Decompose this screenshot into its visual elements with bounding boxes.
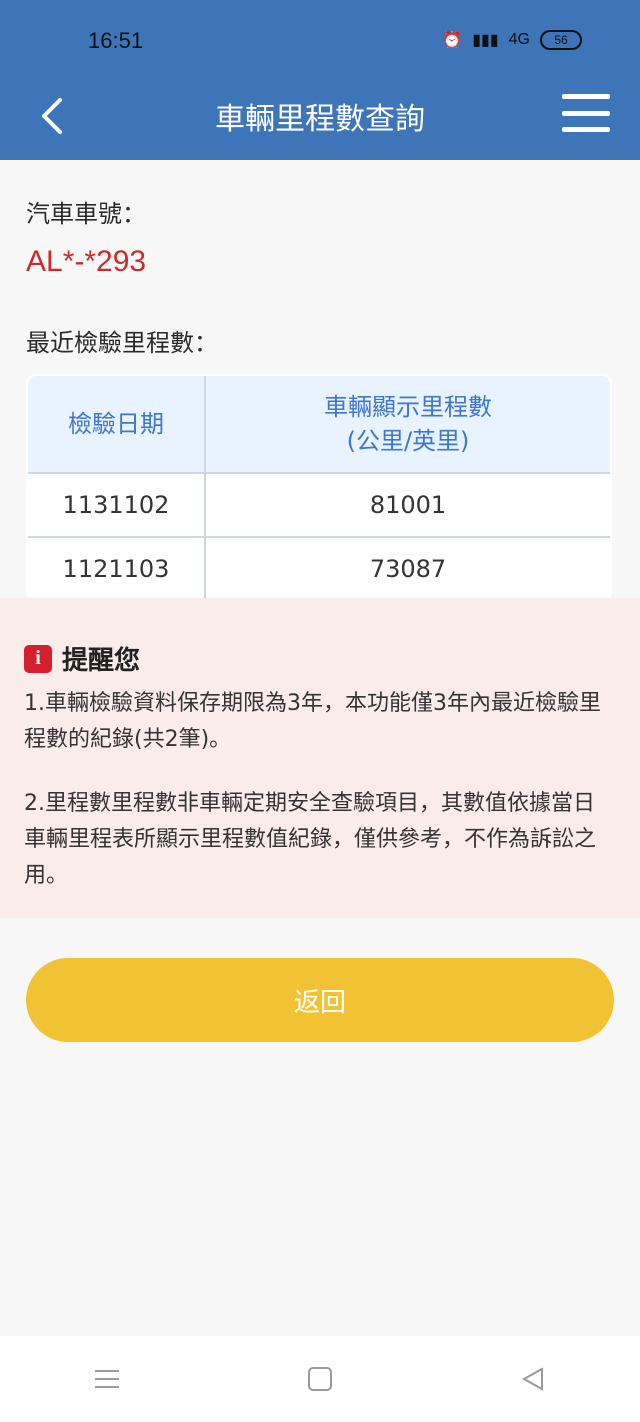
cell-mileage: 81001 xyxy=(204,472,610,538)
cell-mileage: 73087 xyxy=(204,536,610,600)
system-navbar xyxy=(0,1336,640,1422)
battery-icon: 56 xyxy=(540,30,582,50)
reminder-item: 1.車輛檢驗資料保存期限為3年，本功能僅3年內最近檢驗里程數的紀錄(共2筆)。 xyxy=(24,691,601,752)
menu-button[interactable] xyxy=(562,94,610,132)
network-type: 4G xyxy=(508,31,530,48)
plate-label: 汽車車號： xyxy=(26,200,146,228)
status-time: 16:51 xyxy=(88,28,144,53)
info-icon: i xyxy=(24,644,52,673)
reminder-title: 提醒您 xyxy=(62,646,141,676)
signal-icon: ▮▮▮ xyxy=(472,32,499,49)
system-back-button[interactable] xyxy=(503,1349,563,1409)
table-row: 1121103 73087 xyxy=(28,536,610,600)
column-header-date: 檢驗日期 xyxy=(28,376,206,474)
recent-apps-button[interactable] xyxy=(77,1349,137,1409)
reminder-item: 2.里程數里程數非車輛定期安全查驗項目，其數值依據當日車輛里程表所顯示里程數值紀… xyxy=(24,791,597,888)
mileage-label: 最近檢驗里程數： xyxy=(26,329,218,357)
cell-date: 1131102 xyxy=(28,472,206,538)
recent-apps-icon xyxy=(94,1370,119,1388)
plate-number: AL*-*293 xyxy=(26,245,147,278)
page-title: 車輛里程數查詢 xyxy=(215,102,425,137)
hamburger-line xyxy=(562,110,610,116)
home-icon xyxy=(307,1367,332,1391)
mileage-table: 檢驗日期 車輛顯示里程數 (公里/英里) 1131102 81001 11211… xyxy=(26,374,612,602)
hamburger-line xyxy=(562,94,610,99)
alarm-icon: ⏰ xyxy=(442,32,463,49)
cell-date: 1121103 xyxy=(28,536,206,600)
battery-level: 56 xyxy=(554,33,568,47)
column-header-mileage: 車輛顯示里程數 (公里/英里) xyxy=(204,376,610,474)
reminder-panel: i 提醒您 1.車輛檢驗資料保存期限為3年，本功能僅3年內最近檢驗里程數的紀錄(… xyxy=(0,598,640,918)
back-triangle-icon xyxy=(522,1367,544,1391)
table-row: 1131102 81001 xyxy=(28,472,610,538)
app-header: 16:51 ⏰ ▮▮▮ 4G 56 車輛里程數查詢 xyxy=(0,0,640,160)
reminder-text: 1.車輛檢驗資料保存期限為3年，本功能僅3年內最近檢驗里程數的紀錄(共2筆)。 … xyxy=(24,686,604,922)
reminder-header: i 提醒您 xyxy=(24,640,140,677)
status-icons: ⏰ ▮▮▮ 4G 56 xyxy=(442,30,582,50)
home-button[interactable] xyxy=(290,1349,350,1409)
return-button-label: 返回 xyxy=(293,987,346,1018)
hamburger-line xyxy=(562,127,610,132)
return-button[interactable]: 返回 xyxy=(26,958,614,1042)
main-content: 汽車車號： AL*-*293 最近檢驗里程數： 檢驗日期 車輛顯示里程數 (公里… xyxy=(26,160,614,602)
